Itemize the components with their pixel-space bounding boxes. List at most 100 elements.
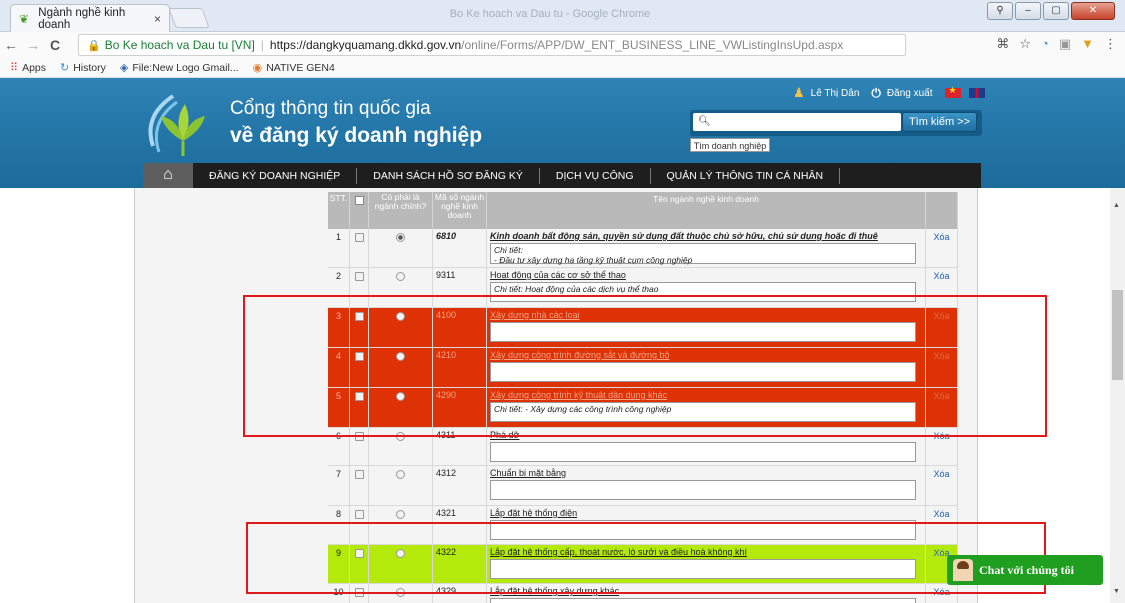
search-box: 🔍︎ Tìm kiếm >> (690, 110, 982, 136)
table-row: 1 6810 Kinh doanh bất động sản, quyền sử d… (328, 229, 958, 268)
bookmark-native-gen4[interactable]: ◉ NATIVE GEN4 (252, 61, 335, 75)
browser-tab[interactable]: ❦ Ngành nghề kinh doanh × (10, 4, 170, 32)
header-action (926, 192, 958, 229)
url-path: /online/Forms/APP/DW_ENT_BUSINESS_LINE_V… (461, 38, 844, 52)
nav-item-dang-ky-doanh-nghiep[interactable]: ĐĂNG KÝ DOANH NGHIỆP (193, 167, 358, 184)
nav-item-dich-vu-cong[interactable]: DỊCH VỤ CÔNG (540, 167, 651, 184)
home-icon[interactable]: ⌂ (143, 163, 193, 188)
annotation-box-red-rows (243, 295, 1047, 437)
header-code: Mã số ngành nghề kinh doanh (433, 192, 487, 229)
user-icon: ♟ (793, 85, 805, 100)
row-checkbox[interactable] (354, 510, 364, 519)
header-stt: STT. (328, 192, 350, 229)
window-maximize-icon[interactable]: ▢ (1043, 2, 1069, 20)
power-icon[interactable]: ⏻ (871, 86, 881, 101)
download-extension-icon[interactable]: ▼ (1081, 36, 1094, 52)
row-detail-textarea[interactable] (490, 442, 916, 462)
tab-close-icon[interactable]: × (154, 12, 161, 26)
row-detail-textarea[interactable]: Chi tiết: - Đầu tư xây dựng hạ tầng kỹ t… (490, 243, 916, 265)
row-stt: 7 (328, 466, 350, 505)
row-name: Hoạt động của các cơ sở thể thao (490, 270, 626, 280)
address-bar[interactable]: 🔒 Bo Ke hoach va Dau tu [VN] | https://d… (78, 34, 906, 56)
main-line-radio[interactable] (396, 272, 405, 281)
new-tab-button[interactable] (168, 8, 210, 28)
row-code: 4312 (433, 466, 487, 505)
row-checkbox[interactable] (354, 272, 364, 281)
window-title: Bo Ke hoach va Dau tu - Google Chrome (449, 8, 651, 20)
annotation-box-green-row (246, 522, 1046, 594)
bookmark-page-icon: ◈ (119, 62, 129, 74)
row-delete-link[interactable]: Xóa (926, 229, 958, 267)
address-bar-row: ← → C 🔒 Bo Ke hoach va Dau tu [VN] | htt… (0, 32, 1125, 58)
apps-grid-icon: ⠿ (10, 62, 19, 74)
row-name-cell: Kinh doanh bất động sản, quyền sử dụng đ… (487, 229, 926, 267)
scroll-down-icon[interactable]: ▼ (1113, 588, 1120, 595)
page-scrollbar[interactable]: ▲ ▼ (1110, 188, 1125, 603)
chat-button[interactable]: Chat với chúng tôi (947, 555, 1103, 585)
nav-item-quan-ly-thong-tin[interactable]: QUẢN LÝ THÔNG TIN CÁ NHÂN (651, 167, 841, 184)
main-line-radio[interactable] (396, 233, 405, 242)
scroll-up-icon[interactable]: ▲ (1113, 202, 1120, 209)
table-row: 7 4312 Chuẩn bị mặt bằng Xóa (328, 466, 958, 506)
main-nav: ⌂ ĐĂNG KÝ DOANH NGHIỆP DANH SÁCH HỒ SƠ Đ… (143, 163, 981, 188)
uk-flag-icon[interactable] (968, 88, 985, 98)
search-button[interactable]: Tìm kiếm >> (902, 112, 977, 132)
row-detail-textarea[interactable] (490, 598, 916, 603)
search-icon: 🔍︎ (698, 116, 711, 127)
translate-icon[interactable]: ⌘ (996, 36, 1009, 52)
row-checkbox-cell (350, 229, 369, 267)
extension-icon[interactable]: ◔ (1041, 36, 1049, 52)
browser-tab-bar: ❦ Ngành nghề kinh doanh × Bo Ke hoach va… (0, 0, 1125, 32)
row-checkbox-cell (350, 466, 369, 505)
chat-label: Chat với chúng tôi (979, 562, 1074, 577)
url-host: https://dangkyquamang.dkkd.gov.vn (269, 38, 462, 52)
portal-logo-icon (148, 94, 205, 156)
main-line-radio[interactable] (396, 510, 405, 519)
site-identity[interactable]: Bo Ke hoach va Dau tu [VN] (105, 38, 255, 52)
scroll-thumb[interactable] (1112, 290, 1123, 380)
row-name: Chuẩn bị mặt bằng (490, 468, 567, 478)
window-help-icon[interactable]: ⚲ (987, 2, 1013, 20)
portal-title-line1: Cổng thông tin quốc gia (230, 98, 431, 119)
bookmark-new-logo-gmail[interactable]: ◈ File:New Logo Gmail... (119, 61, 239, 75)
extension-icons: ⌘ ☆ ◔ ▣ ▼ ⋮ (996, 36, 1117, 52)
vietnam-flag-icon[interactable] (944, 85, 961, 98)
extension-icon[interactable]: ▣ (1059, 36, 1071, 52)
bookmarks-bar: ⠿ Apps ↻ History ◈ File:New Logo Gmail... ◉… (0, 58, 1125, 78)
window-minimize-icon[interactable]: – (1015, 2, 1041, 20)
main-line-radio[interactable] (396, 470, 405, 479)
lock-icon: 🔒 (87, 39, 101, 52)
header-select-all (350, 192, 369, 229)
leaf-favicon-icon: ❦ (19, 11, 30, 26)
row-name: Kinh doanh bất động sản, quyền sử dụng đ… (490, 231, 878, 241)
reload-icon[interactable]: C (44, 37, 66, 53)
star-icon[interactable]: ☆ (1019, 36, 1031, 52)
row-name: Lắp đặt hệ thống điện (490, 508, 578, 518)
bookmark-apps[interactable]: ⠿ Apps (10, 61, 46, 75)
row-stt: 1 (328, 229, 350, 267)
nav-item-danh-sach-ho-so[interactable]: DANH SÁCH HỒ SƠ ĐĂNG KÝ (357, 167, 540, 184)
logout-link[interactable]: Đăng xuất (887, 88, 933, 99)
tab-title: Ngành nghề kinh doanh (38, 6, 126, 31)
window-close-icon[interactable]: ✕ (1071, 2, 1115, 20)
bookmark-history[interactable]: ↻ History (60, 61, 106, 75)
user-name[interactable]: Lê Thị Dân (811, 88, 860, 99)
row-main-line-cell (369, 466, 433, 505)
search-hint-tooltip: Tìm doanh nghiệp (690, 138, 770, 152)
bookmark-circle-icon: ◉ (252, 62, 263, 74)
select-all-checkbox[interactable] (354, 196, 364, 205)
row-checkbox[interactable] (354, 233, 364, 242)
address-separator: | (260, 38, 264, 52)
search-input[interactable] (693, 113, 901, 131)
row-delete-link[interactable]: Xóa (926, 466, 958, 505)
row-detail-textarea[interactable] (490, 480, 916, 500)
site-header: Cổng thông tin quốc gia về đăng ký doanh… (0, 78, 1125, 188)
forward-icon[interactable]: → (22, 37, 44, 53)
row-checkbox[interactable] (354, 470, 364, 479)
menu-icon[interactable]: ⋮ (1104, 36, 1117, 52)
row-code: 6810 (433, 229, 487, 267)
user-bar: ♟ Lê Thị Dân ⏻ Đăng xuất (793, 85, 985, 101)
back-icon[interactable]: ← (0, 37, 22, 53)
row-name-cell: Chuẩn bị mặt bằng (487, 466, 926, 505)
window-controls: ⚲ – ▢ ✕ (987, 2, 1115, 20)
